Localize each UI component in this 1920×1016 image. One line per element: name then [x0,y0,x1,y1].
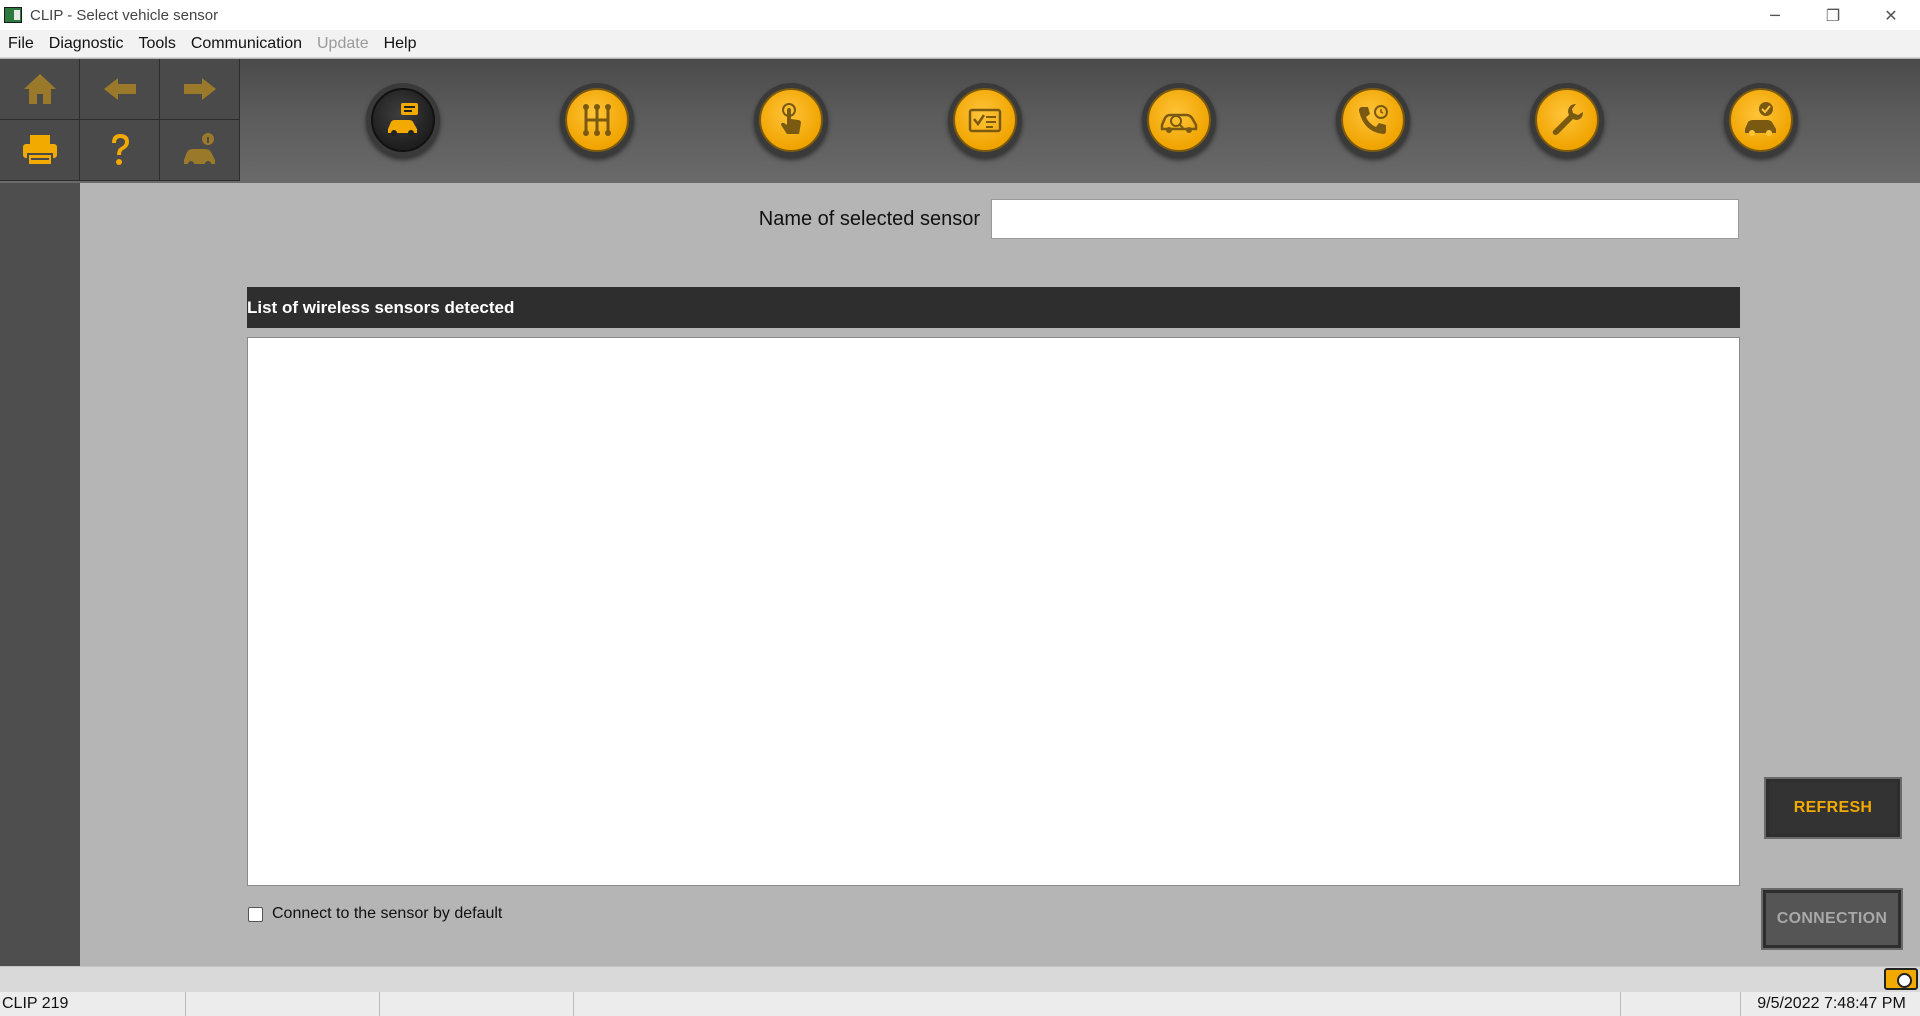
status-strip [0,966,1920,992]
menu-file[interactable]: File [0,35,41,53]
touch-icon [781,103,801,134]
vehicle-sensor-icon [388,103,418,136]
menu-help[interactable]: Help [376,35,424,53]
vehicle-sensor-button[interactable] [366,83,440,157]
vehicle-check-icon [1745,102,1776,136]
checklist-icon [968,108,1002,133]
maximize-button[interactable]: ❐ [1804,0,1862,30]
vehicle-info-button[interactable] [160,120,240,181]
minimize-button[interactable]: ─ [1746,0,1804,30]
vehicle-info-icon [183,133,215,167]
menu-communication[interactable]: Communication [183,35,309,53]
checklist-button[interactable] [948,83,1022,157]
title-bar: CLIP - Select vehicle sensor ─ ❐ ✕ [0,0,1920,30]
menu-update[interactable]: Update [309,35,376,53]
left-sidebar [0,183,80,966]
status-version: CLIP 219 [0,992,186,1016]
refresh-button[interactable]: REFRESH [1764,777,1902,839]
window-title: CLIP - Select vehicle sensor [30,6,219,24]
gearbox-icon [583,104,611,136]
connection-button[interactable]: CONNECTION [1761,888,1903,950]
home-icon [23,74,56,104]
menu-diagnostic[interactable]: Diagnostic [41,35,131,53]
printer-icon [22,135,57,166]
app-icon [4,7,22,23]
sensor-list-header: List of wireless sensors detected [247,287,1740,328]
menu-bar: File Diagnostic Tools Communication Upda… [0,30,1920,58]
phone-support-icon [1359,105,1388,134]
camera-icon[interactable] [1884,968,1918,990]
status-cell [1621,992,1741,1016]
forward-arrow-icon [183,78,216,100]
wrench-icon [1552,104,1583,135]
connect-default-label: Connect to the sensor by default [272,905,503,922]
main-toolbar [0,59,1920,183]
sensor-name-input[interactable] [991,199,1739,239]
status-cell [380,992,574,1016]
phone-support-button[interactable] [1336,83,1410,157]
wrench-button[interactable] [1530,83,1604,157]
wireless-sensor-list[interactable] [247,337,1740,886]
status-cell [574,992,1621,1016]
home-button[interactable] [0,59,80,120]
help-button[interactable] [80,120,160,181]
close-button[interactable]: ✕ [1862,0,1920,30]
sensor-name-label: Name of selected sensor [758,208,980,230]
status-datetime: 9/5/2022 7:48:47 PM [1757,995,1906,1012]
navigation-grid [0,59,240,181]
print-button[interactable] [0,120,80,181]
menu-tools[interactable]: Tools [130,35,182,53]
back-button[interactable] [80,59,160,120]
help-icon [111,134,129,165]
status-bar: CLIP 219 9/5/2022 7:48:47 PM [0,992,1920,1016]
back-arrow-icon [103,78,136,100]
connect-default-checkbox[interactable] [248,907,263,922]
status-cell [186,992,380,1016]
vehicle-search-button[interactable] [1142,83,1216,157]
touch-button[interactable] [754,83,828,157]
vehicle-check-button[interactable] [1724,83,1798,157]
forward-button[interactable] [160,59,240,120]
vehicle-search-icon [1160,113,1198,133]
gearbox-button[interactable] [560,83,634,157]
sensor-list-title: List of wireless sensors detected [247,297,515,317]
